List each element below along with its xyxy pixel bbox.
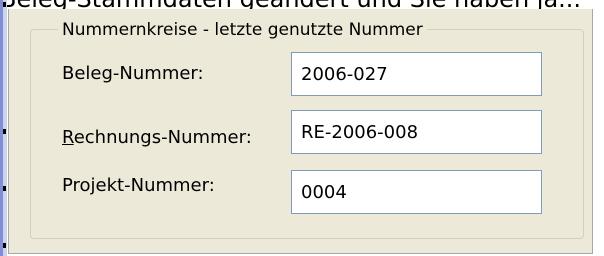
beleg-nummer-label: Beleg-Nummer: — [62, 63, 204, 84]
projekt-nummer-field[interactable] — [291, 170, 542, 214]
left-window-edge — [0, 0, 7, 256]
groupbox-title: Nummernkreise - letzte genutzte Nummer — [58, 20, 427, 40]
beleg-nummer-field[interactable] — [291, 52, 542, 96]
projekt-nummer-label: Projekt-Nummer: — [62, 175, 215, 196]
clipped-header-text: Beleg-Stammdaten geändert und Sie haben … — [0, 0, 604, 9]
rechnungs-nummer-label: Rechnungs-Nummer: — [62, 127, 252, 148]
rechnungs-nummer-field[interactable] — [291, 110, 542, 154]
